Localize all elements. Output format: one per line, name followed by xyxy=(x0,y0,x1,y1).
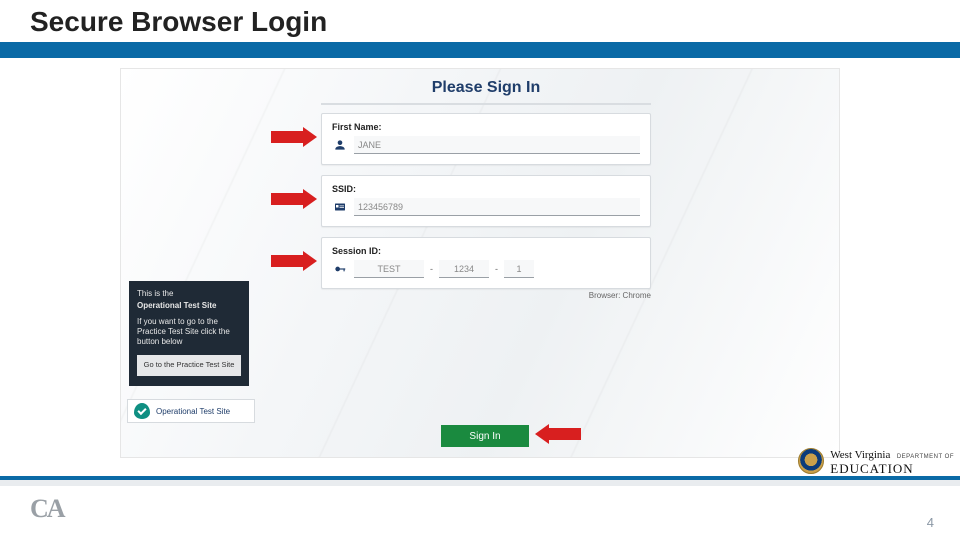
dash-icon: - xyxy=(430,264,433,274)
id-card-icon xyxy=(332,199,348,215)
wvde-seal-icon xyxy=(798,448,824,474)
wvde-line1b: DEPARTMENT OF xyxy=(897,454,954,460)
arrow-icon xyxy=(271,127,317,147)
operational-test-badge: Operational Test Site xyxy=(127,399,255,423)
ssid-row xyxy=(332,198,640,216)
slide-title: Secure Browser Login xyxy=(0,0,960,42)
signin-heading: Please Sign In xyxy=(321,79,651,105)
panel-line-2: Operational Test Site xyxy=(137,301,241,311)
arrow-icon xyxy=(535,424,581,444)
dash-icon: - xyxy=(495,264,498,274)
first-name-label: First Name: xyxy=(332,122,640,132)
panel-line-3: If you want to go to the Practice Test S… xyxy=(137,317,241,347)
session-seg-2[interactable] xyxy=(439,260,489,278)
ssid-label: SSID: xyxy=(332,184,640,194)
panel-line-1: This is the xyxy=(137,289,241,299)
session-seg-1[interactable] xyxy=(354,260,424,278)
operational-test-panel: This is the Operational Test Site If you… xyxy=(129,281,249,386)
first-name-row xyxy=(332,136,640,154)
session-seg-3[interactable] xyxy=(504,260,534,278)
footer-grey xyxy=(0,480,960,486)
first-name-input[interactable] xyxy=(354,136,640,154)
session-id-card: Session ID: - - xyxy=(321,237,651,289)
arrow-icon xyxy=(271,189,317,209)
arrow-icon xyxy=(271,251,317,271)
ssid-card: SSID: xyxy=(321,175,651,227)
first-name-card: First Name: xyxy=(321,113,651,165)
page-number: 4 xyxy=(927,515,934,530)
session-id-row: - - xyxy=(332,260,640,278)
operational-test-badge-label: Operational Test Site xyxy=(156,407,230,416)
ca-logo: CA xyxy=(30,494,64,524)
key-icon xyxy=(332,261,348,277)
sign-in-button[interactable]: Sign In xyxy=(441,425,529,447)
wvde-logo: West Virginia DEPARTMENT OF EDUCATION xyxy=(798,446,954,475)
go-to-practice-button[interactable]: Go to the Practice Test Site xyxy=(137,355,241,376)
browser-note: Browser: Chrome xyxy=(321,291,651,300)
session-id-label: Session ID: xyxy=(332,246,640,256)
shield-check-icon xyxy=(134,403,150,419)
wvde-line2: EDUCATION xyxy=(830,462,954,475)
ssid-input[interactable] xyxy=(354,198,640,216)
wvde-text: West Virginia DEPARTMENT OF EDUCATION xyxy=(830,446,954,475)
title-bar: Secure Browser Login xyxy=(0,0,960,58)
title-rule xyxy=(0,42,960,58)
login-screenshot: Please Sign In First Name: SSID: Se xyxy=(120,68,840,458)
user-icon xyxy=(332,137,348,153)
wvde-line1a: West Virginia xyxy=(830,449,890,461)
slide: Secure Browser Login Please Sign In Firs… xyxy=(0,0,960,540)
